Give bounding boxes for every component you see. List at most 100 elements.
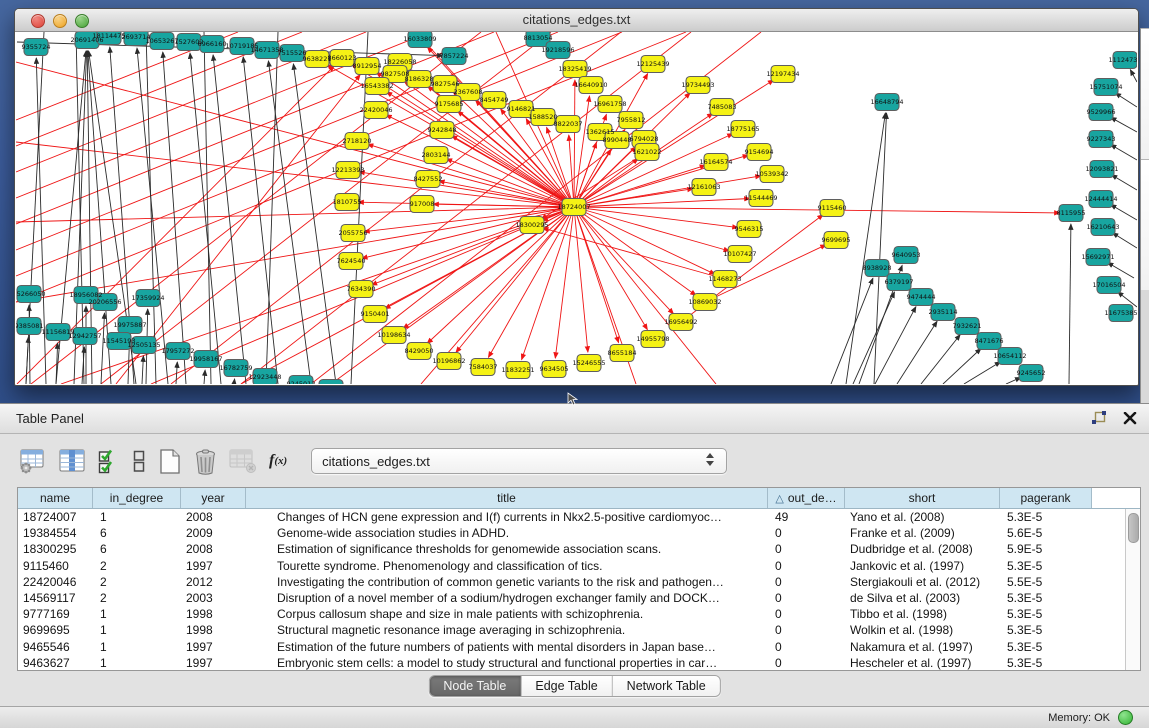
cell-pagerank: 5.3E-5	[1000, 559, 1092, 573]
vertical-scrollbar[interactable]	[1125, 509, 1140, 670]
cell-short: de Silva et al. (2003)	[845, 591, 1000, 605]
cell-out_degree: 0	[768, 559, 845, 573]
svg-text:16210643: 16210643	[1086, 223, 1119, 231]
svg-text:15692971: 15692971	[1081, 253, 1114, 261]
float-panel-icon[interactable]	[1091, 411, 1107, 426]
column-header-out_degree[interactable]: △out_de…	[768, 488, 845, 508]
svg-text:15751074: 15751074	[1089, 83, 1122, 91]
cell-out_degree: 0	[768, 623, 845, 637]
column-header-name[interactable]: name	[18, 488, 93, 508]
table-row[interactable]: 2242004622012Investigating the contribut…	[18, 574, 1140, 590]
svg-text:11675385: 11675385	[1104, 309, 1137, 317]
svg-text:11468273: 11468273	[708, 275, 741, 283]
close-panel-icon[interactable]	[1123, 412, 1137, 425]
svg-text:9638221: 9638221	[303, 55, 332, 63]
cell-in_degree: 1	[93, 607, 181, 621]
cell-short: Stergiakouli et al. (2012)	[845, 575, 1000, 589]
cell-in_degree: 2	[93, 591, 181, 605]
svg-text:8454749: 8454749	[480, 96, 509, 104]
tab-edge-table[interactable]: Edge Table	[521, 676, 612, 696]
cell-title: Structural magnetic resonance image aver…	[246, 623, 768, 637]
svg-text:16648794: 16648794	[870, 98, 903, 106]
cell-title: Corpus callosum shape and size in male p…	[246, 607, 768, 621]
cell-title: Genome-wide association studies in ADHD.	[246, 526, 768, 540]
svg-text:6966160: 6966160	[198, 40, 227, 48]
svg-text:7955812: 7955812	[617, 116, 646, 124]
cell-pagerank: 5.3E-5	[1000, 510, 1092, 524]
svg-text:6794028: 6794028	[630, 135, 659, 143]
network-canvas[interactable]: 1872400786601238912954182260589827508165…	[16, 32, 1137, 384]
scrollbar-thumb[interactable]	[1128, 513, 1139, 543]
svg-text:7857224: 7857224	[440, 52, 469, 60]
cell-out_degree: 0	[768, 591, 845, 605]
cell-year: 2008	[181, 510, 246, 524]
delete-column-trash-icon[interactable]	[194, 448, 217, 475]
svg-text:9242848: 9242848	[428, 126, 457, 134]
svg-text:2718120: 2718120	[343, 137, 372, 145]
svg-text:9529966: 9529966	[1087, 108, 1116, 116]
function-builder-icon[interactable]: f(x)	[269, 452, 287, 470]
svg-text:9146821: 9146821	[507, 105, 536, 113]
svg-text:12923448: 12923448	[248, 373, 281, 381]
cell-out_degree: 0	[768, 542, 845, 556]
table-row[interactable]: 977716911998Corpus callosum shape and si…	[18, 606, 1140, 622]
column-header-pagerank[interactable]: pagerank	[1000, 488, 1092, 508]
svg-text:2803144: 2803144	[422, 151, 451, 159]
column-header-short[interactable]: short	[845, 488, 1000, 508]
table-panel-header[interactable]: Table Panel	[0, 404, 1149, 434]
table-row[interactable]: 911546021997Tourette syndrome. Phenomeno…	[18, 558, 1140, 574]
cell-title: Disruption of a novel member of a sodium…	[246, 591, 768, 605]
table-row[interactable]: 1830029562008Estimation of significance …	[18, 541, 1140, 557]
table-row[interactable]: 946554611997Estimation of the future num…	[18, 639, 1140, 655]
svg-text:8660123: 8660123	[328, 54, 357, 62]
cell-name: 9465546	[18, 640, 93, 654]
column-header-year[interactable]: year	[181, 488, 246, 508]
memory-status-indicator[interactable]	[1118, 710, 1133, 725]
table-row[interactable]: 1938455462009Genome-wide association stu…	[18, 525, 1140, 541]
table-row[interactable]: 1872400712008Changes of HCN gene express…	[18, 509, 1140, 525]
show-columns-icon[interactable]	[59, 448, 86, 474]
row-height-icon[interactable]	[132, 449, 146, 474]
svg-text:25266050: 25266050	[16, 290, 46, 298]
svg-text:1810755: 1810755	[333, 198, 362, 206]
delete-table-icon-disabled	[229, 448, 257, 474]
svg-text:8115955: 8115955	[1057, 209, 1086, 217]
cell-pagerank: 5.3E-5	[1000, 623, 1092, 637]
table-type-tabs: Node TableEdge TableNetwork Table	[428, 675, 720, 697]
table-selector-value: citations_edges.txt	[322, 454, 430, 469]
tab-network-table[interactable]: Network Table	[613, 676, 720, 696]
svg-text:12213393: 12213393	[331, 166, 364, 174]
svg-text:16782759: 16782759	[219, 364, 252, 372]
svg-text:17957272: 17957272	[161, 347, 194, 355]
svg-text:9699695: 9699695	[822, 236, 851, 244]
new-column-icon[interactable]	[158, 448, 182, 475]
status-bar: Memory: OK	[0, 706, 1149, 728]
svg-text:8938928: 8938928	[863, 264, 892, 272]
cell-out_degree: 0	[768, 575, 845, 589]
column-header-in_degree[interactable]: in_degree	[93, 488, 181, 508]
cell-name: 22420046	[18, 575, 93, 589]
table-options-icon[interactable]	[20, 448, 47, 474]
select-columns-icon[interactable]	[98, 449, 120, 474]
network-window-titlebar[interactable]: citations_edges.txt	[15, 9, 1138, 32]
cell-name: 18300295	[18, 542, 93, 556]
table-selector-combobox[interactable]: citations_edges.txt	[311, 448, 727, 474]
cell-pagerank: 5.5E-5	[1000, 575, 1092, 589]
svg-text:16033809: 16033809	[403, 35, 436, 43]
tab-node-table[interactable]: Node Table	[429, 676, 521, 696]
citation-network-graph[interactable]: 1872400786601238912954182260589827508165…	[16, 32, 1137, 384]
svg-text:7515526: 7515526	[278, 49, 307, 57]
network-window[interactable]: citations_edges.txt 18724007866012389129…	[14, 8, 1139, 386]
table-row[interactable]: 946362711997Embryonic stem cells: a mode…	[18, 655, 1140, 670]
table-row[interactable]: 1456911722003Disruption of a novel membe…	[18, 590, 1140, 606]
svg-text:17359924: 17359924	[131, 294, 164, 302]
mouse-cursor	[566, 392, 578, 406]
column-header-title[interactable]: title	[246, 488, 768, 508]
cell-name: 9115460	[18, 559, 93, 573]
cell-pagerank: 5.3E-5	[1000, 656, 1092, 670]
svg-text:10539342: 10539342	[755, 170, 788, 178]
svg-text:18325419: 18325419	[558, 65, 591, 73]
table-row[interactable]: 969969511998Structural magnetic resonanc…	[18, 622, 1140, 638]
cell-name: 19384554	[18, 526, 93, 540]
cell-short: Dudbridge et al. (2008)	[845, 542, 1000, 556]
